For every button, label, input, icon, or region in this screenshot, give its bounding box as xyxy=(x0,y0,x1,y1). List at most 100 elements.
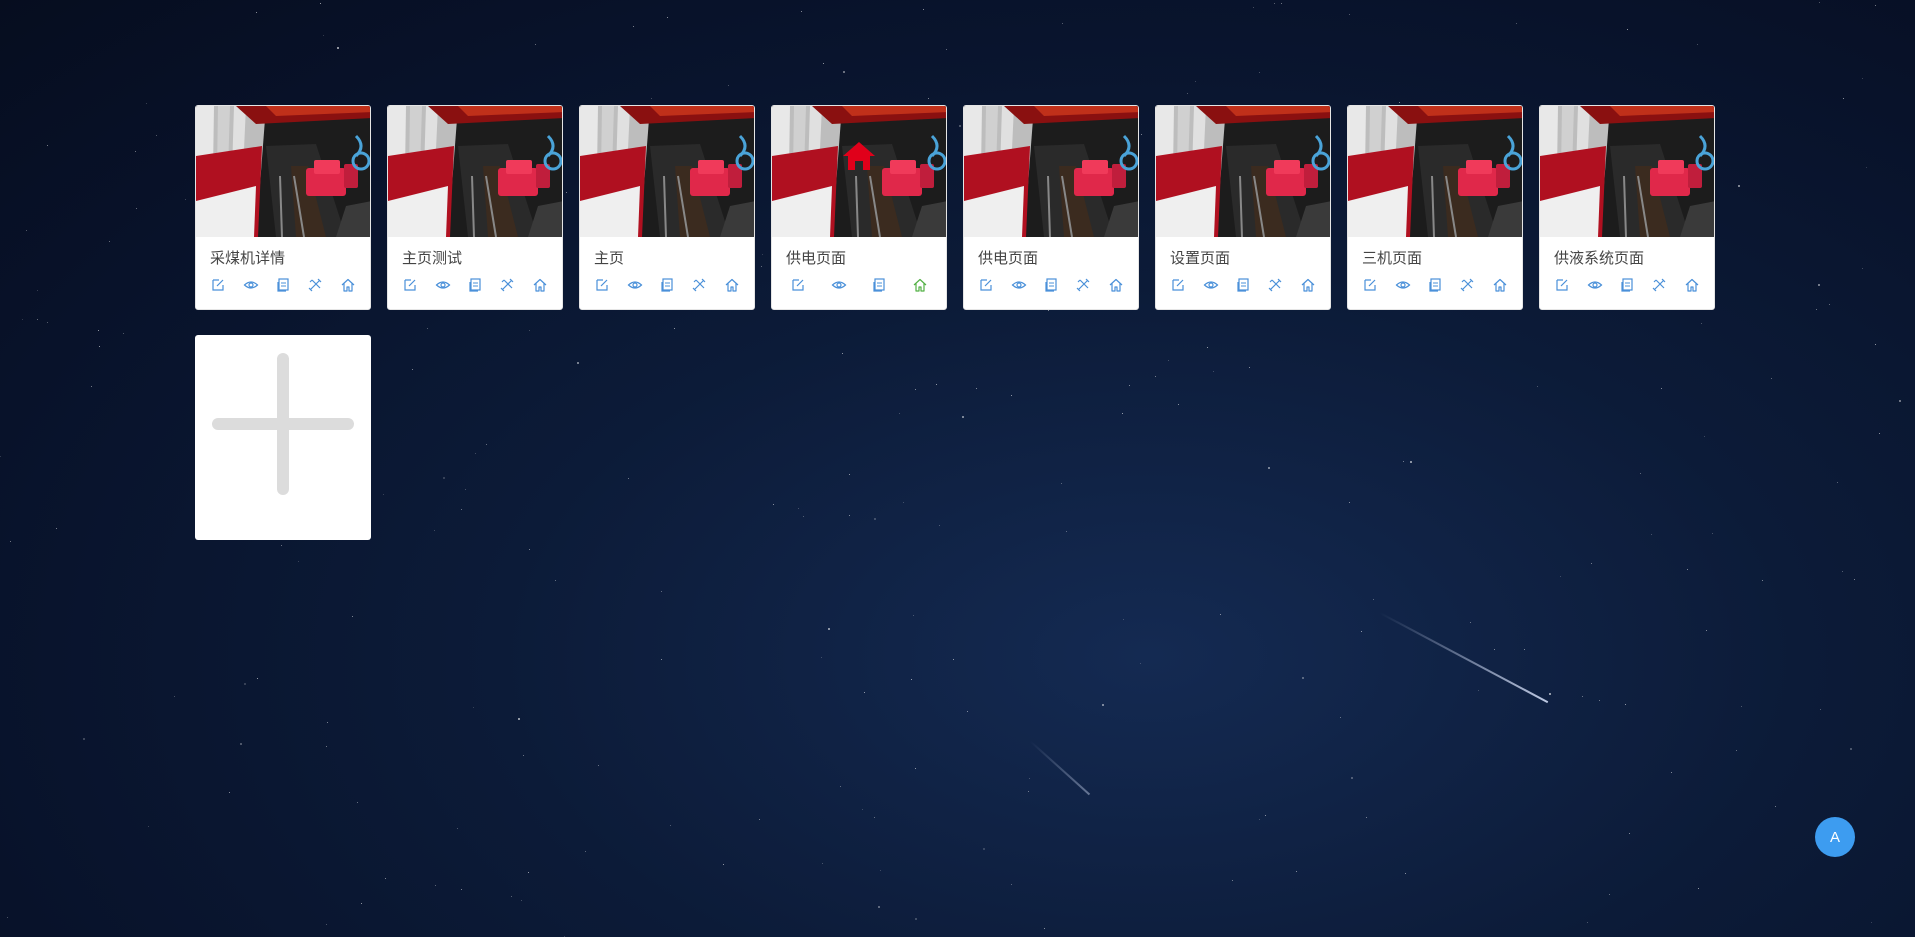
copy-button[interactable] xyxy=(465,275,485,295)
edit-icon xyxy=(1362,277,1378,293)
tools-button[interactable] xyxy=(1265,275,1285,295)
eye-button[interactable] xyxy=(1009,275,1029,295)
copy-icon xyxy=(1427,277,1443,293)
page-thumbnail[interactable] xyxy=(388,106,562,237)
edit-button[interactable] xyxy=(1552,275,1572,295)
copy-button[interactable] xyxy=(273,275,293,295)
page-card[interactable]: 供电页面 xyxy=(771,105,947,310)
tools-icon xyxy=(1075,277,1091,293)
edit-icon xyxy=(210,277,226,293)
copy-button[interactable] xyxy=(1425,275,1445,295)
page-card[interactable]: 主页 xyxy=(579,105,755,310)
home-icon xyxy=(1108,277,1124,293)
edit-icon xyxy=(790,277,806,293)
copy-button[interactable] xyxy=(1617,275,1637,295)
copy-icon xyxy=(1235,277,1251,293)
add-page-card[interactable] xyxy=(195,335,371,540)
page-card-title: 三机页面 xyxy=(1362,250,1423,267)
home-icon xyxy=(532,277,548,293)
eye-icon xyxy=(1203,277,1219,293)
eye-icon xyxy=(831,277,847,293)
tools-icon xyxy=(691,277,707,293)
page-card-row: 采煤机详情 主页测试 主页 供电页面 供电页面 设置页面 三机页面 供液系统页面 xyxy=(195,105,1745,310)
card-actions xyxy=(1348,267,1522,295)
tools-button[interactable] xyxy=(689,275,709,295)
tools-button[interactable] xyxy=(1073,275,1093,295)
eye-icon xyxy=(1587,277,1603,293)
tools-icon xyxy=(307,277,323,293)
page-card-title: 采煤机详情 xyxy=(210,250,286,267)
eye-button[interactable] xyxy=(625,275,645,295)
page-card-title: 供液系统页面 xyxy=(1554,250,1645,267)
edit-icon xyxy=(978,277,994,293)
edit-button[interactable] xyxy=(208,275,228,295)
home-icon xyxy=(1300,277,1316,293)
page-thumbnail[interactable] xyxy=(1540,106,1714,237)
card-actions xyxy=(772,267,946,295)
add-row xyxy=(195,335,1745,540)
eye-button[interactable] xyxy=(433,275,453,295)
eye-button[interactable] xyxy=(241,275,261,295)
edit-button[interactable] xyxy=(1168,275,1188,295)
page-card[interactable]: 三机页面 xyxy=(1347,105,1523,310)
tools-button[interactable] xyxy=(497,275,517,295)
page-card[interactable]: 采煤机详情 xyxy=(195,105,371,310)
copy-icon xyxy=(1043,277,1059,293)
home-icon xyxy=(340,277,356,293)
copy-icon xyxy=(275,277,291,293)
card-actions xyxy=(1156,267,1330,295)
tools-button[interactable] xyxy=(1649,275,1669,295)
eye-icon xyxy=(1395,277,1411,293)
edit-button[interactable] xyxy=(976,275,996,295)
tools-button[interactable] xyxy=(1457,275,1477,295)
home-icon xyxy=(1492,277,1508,293)
card-actions xyxy=(196,267,370,295)
page-card[interactable]: 设置页面 xyxy=(1155,105,1331,310)
card-actions xyxy=(964,267,1138,295)
user-avatar-button[interactable]: A xyxy=(1815,817,1855,857)
page-thumbnail[interactable] xyxy=(772,106,946,237)
home-button[interactable] xyxy=(722,275,742,295)
page-card[interactable]: 供液系统页面 xyxy=(1539,105,1715,310)
home-button[interactable] xyxy=(1490,275,1510,295)
page-card-title: 供电页面 xyxy=(978,250,1039,267)
page-thumbnail[interactable] xyxy=(964,106,1138,237)
page-thumbnail[interactable] xyxy=(1156,106,1330,237)
page-card[interactable]: 主页测试 xyxy=(387,105,563,310)
card-actions xyxy=(580,267,754,295)
home-button[interactable] xyxy=(1298,275,1318,295)
page-thumbnail[interactable] xyxy=(1348,106,1522,237)
page-thumbnail[interactable] xyxy=(580,106,754,237)
page-card-title: 设置页面 xyxy=(1170,250,1231,267)
tools-icon xyxy=(499,277,515,293)
copy-button[interactable] xyxy=(657,275,677,295)
page-thumbnail[interactable] xyxy=(196,106,370,237)
home-button[interactable] xyxy=(910,275,930,295)
edit-icon xyxy=(1554,277,1570,293)
edit-icon xyxy=(1170,277,1186,293)
tools-icon xyxy=(1459,277,1475,293)
copy-button[interactable] xyxy=(1233,275,1253,295)
edit-button[interactable] xyxy=(400,275,420,295)
home-badge-icon xyxy=(842,140,876,172)
eye-button[interactable] xyxy=(829,275,849,295)
edit-button[interactable] xyxy=(1360,275,1380,295)
home-button[interactable] xyxy=(530,275,550,295)
tools-icon xyxy=(1651,277,1667,293)
home-icon xyxy=(912,277,928,293)
home-button[interactable] xyxy=(1106,275,1126,295)
eye-icon xyxy=(1011,277,1027,293)
tools-button[interactable] xyxy=(305,275,325,295)
home-button[interactable] xyxy=(1682,275,1702,295)
eye-button[interactable] xyxy=(1393,275,1413,295)
page-card[interactable]: 供电页面 xyxy=(963,105,1139,310)
copy-button[interactable] xyxy=(1041,275,1061,295)
edit-button[interactable] xyxy=(592,275,612,295)
edit-button[interactable] xyxy=(788,275,808,295)
copy-button[interactable] xyxy=(869,275,889,295)
eye-icon xyxy=(435,277,451,293)
eye-button[interactable] xyxy=(1201,275,1221,295)
eye-button[interactable] xyxy=(1585,275,1605,295)
copy-icon xyxy=(467,277,483,293)
home-button[interactable] xyxy=(338,275,358,295)
